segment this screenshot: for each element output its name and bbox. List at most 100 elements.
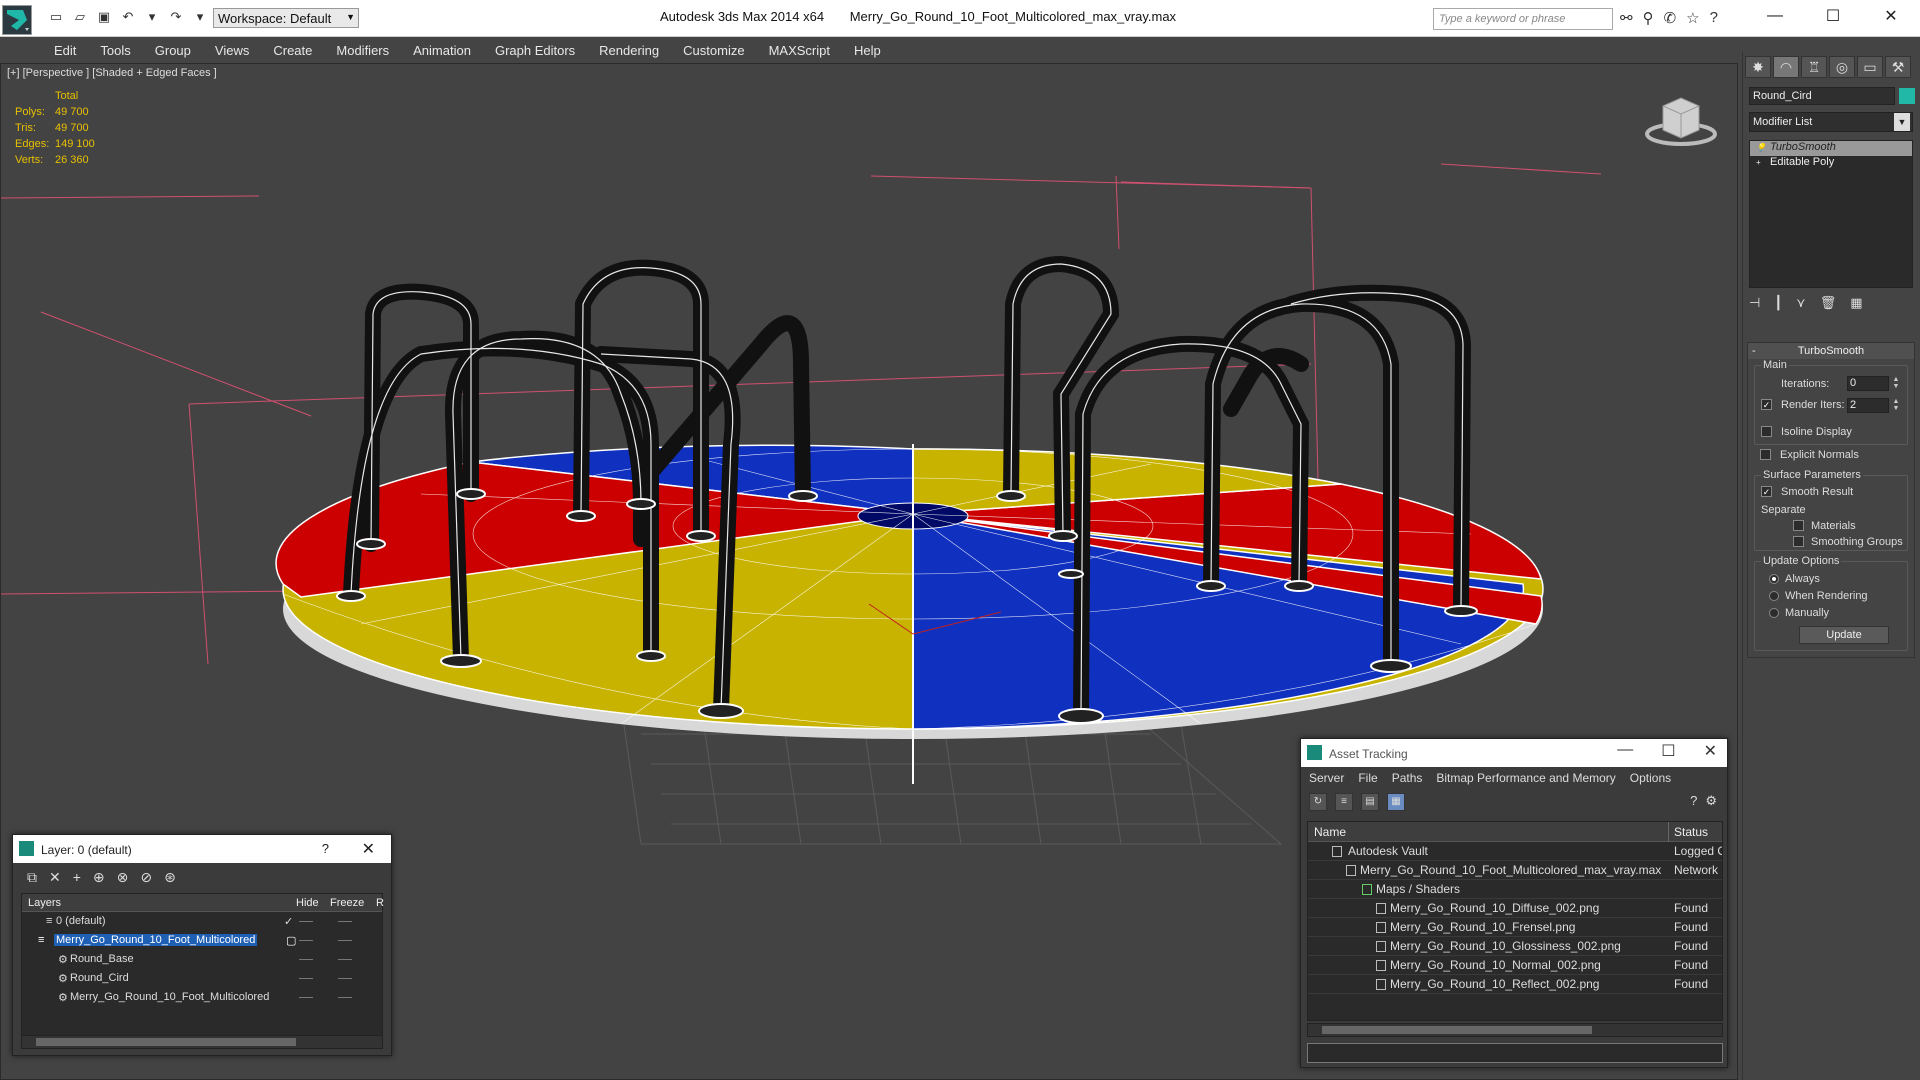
table-row[interactable]: Merry_Go_Round_10_Foot_Multicolored_max_… bbox=[1308, 861, 1722, 880]
column-header-status[interactable]: Status bbox=[1674, 825, 1708, 839]
display-tab-icon[interactable]: ▭ bbox=[1857, 56, 1883, 78]
add-layer-icon[interactable]: + bbox=[73, 869, 81, 886]
list-view-icon[interactable]: ≡ bbox=[1335, 793, 1353, 811]
menu-file[interactable]: File bbox=[1358, 771, 1377, 785]
menu-edit[interactable]: Edit bbox=[54, 43, 76, 58]
redo-icon[interactable]: ↷ bbox=[168, 9, 184, 25]
pin-stack-icon[interactable]: ⊣ bbox=[1749, 295, 1760, 311]
materials-checkbox[interactable] bbox=[1793, 520, 1804, 531]
freeze-toggle[interactable] bbox=[338, 959, 352, 960]
remove-modifier-icon[interactable]: 🗑 bbox=[1820, 295, 1837, 311]
stack-item-turbosmooth[interactable]: 💡 TurboSmooth bbox=[1750, 141, 1912, 156]
communication-icon[interactable]: ✆ bbox=[1664, 9, 1677, 27]
render-iters-checkbox[interactable]: ✓ bbox=[1761, 399, 1772, 410]
close-button[interactable]: ✕ bbox=[362, 839, 375, 859]
table-row[interactable]: Merry_Go_Round_10_Normal_002.png Found bbox=[1308, 956, 1722, 975]
minimize-button[interactable]: — bbox=[1746, 0, 1804, 32]
scrollbar-thumb[interactable] bbox=[36, 1038, 296, 1046]
hide-all-icon[interactable]: ⊘ bbox=[140, 869, 152, 886]
viewport-label[interactable]: [+] [Perspective ] [Shaded + Edged Faces… bbox=[7, 67, 217, 79]
menu-graph-editors[interactable]: Graph Editors bbox=[495, 43, 575, 58]
stack-item-editable-poly[interactable]: + Editable Poly bbox=[1750, 156, 1912, 171]
rollout-header[interactable]: - TurboSmooth bbox=[1748, 343, 1914, 359]
workspace-dropdown[interactable]: Workspace: Default ▼ bbox=[213, 8, 359, 28]
save-icon[interactable]: ▣ bbox=[96, 9, 112, 25]
undo-dropdown-icon[interactable]: ▾ bbox=[144, 9, 160, 25]
render-iters-spinner[interactable]: 2 bbox=[1847, 398, 1889, 413]
spinner-arrows-icon[interactable]: ▲ ▼ bbox=[1891, 376, 1901, 391]
create-tab-icon[interactable]: ✸ bbox=[1745, 56, 1771, 78]
always-radio[interactable] bbox=[1769, 574, 1779, 584]
table-row[interactable]: Merry_Go_Round_10_Diffuse_002.png Found bbox=[1308, 899, 1722, 918]
set-active-box-icon[interactable]: ▢ bbox=[284, 934, 298, 947]
hide-toggle[interactable] bbox=[299, 959, 313, 960]
object-color-swatch[interactable] bbox=[1899, 88, 1915, 104]
new-file-icon[interactable]: ▭ bbox=[48, 9, 64, 25]
hide-toggle[interactable] bbox=[299, 921, 313, 922]
viewcube-icon[interactable] bbox=[1641, 92, 1721, 152]
utilities-tab-icon[interactable]: ⚒ bbox=[1885, 56, 1911, 78]
menu-create[interactable]: Create bbox=[273, 43, 312, 58]
horizontal-scrollbar[interactable] bbox=[1307, 1023, 1723, 1037]
maximize-button[interactable]: ☐ bbox=[1661, 741, 1675, 761]
column-header-layers[interactable]: Layers bbox=[28, 897, 61, 909]
minimize-button[interactable]: — bbox=[1617, 741, 1633, 761]
freeze-toggle[interactable] bbox=[338, 921, 352, 922]
column-header-render[interactable]: R bbox=[376, 897, 384, 909]
menu-modifiers[interactable]: Modifiers bbox=[336, 43, 389, 58]
motion-tab-icon[interactable]: ◎ bbox=[1829, 56, 1855, 78]
subscription-icon[interactable]: ⚲ bbox=[1643, 9, 1654, 27]
column-header-name[interactable]: Name bbox=[1314, 825, 1346, 839]
menu-rendering[interactable]: Rendering bbox=[599, 43, 659, 58]
refresh-icon[interactable]: ↻ bbox=[1309, 793, 1327, 811]
redo-dropdown-icon[interactable]: ▾ bbox=[192, 9, 208, 25]
delete-layer-icon[interactable]: ✕ bbox=[49, 869, 61, 886]
search-input[interactable]: Type a keyword or phrase bbox=[1433, 8, 1613, 30]
table-row[interactable]: Merry_Go_Round_10_Glossiness_002.png Fou… bbox=[1308, 937, 1722, 956]
column-header-freeze[interactable]: Freeze bbox=[330, 897, 364, 909]
layer-row[interactable]: ⚙ Round_Cird bbox=[22, 969, 382, 988]
smoothing-groups-checkbox[interactable] bbox=[1793, 536, 1804, 547]
freeze-toggle[interactable] bbox=[338, 997, 352, 998]
column-header-hide[interactable]: Hide bbox=[296, 897, 319, 909]
expand-plus-icon[interactable]: + bbox=[1756, 158, 1764, 168]
binoculars-icon[interactable]: ⚯ bbox=[1620, 9, 1633, 27]
help-icon[interactable]: ? bbox=[1710, 9, 1718, 27]
layer-dialog-titlebar[interactable]: Layer: 0 (default) ? ✕ bbox=[13, 835, 391, 863]
freeze-all-icon[interactable]: ⊛ bbox=[164, 869, 176, 886]
table-row[interactable]: Merry_Go_Round_10_Frensel.png Found bbox=[1308, 918, 1722, 937]
help-icon[interactable]: ? bbox=[1690, 793, 1697, 809]
manually-radio[interactable] bbox=[1769, 608, 1779, 618]
menu-maxscript[interactable]: MAXScript bbox=[769, 43, 830, 58]
close-button[interactable]: ✕ bbox=[1862, 0, 1920, 32]
open-folder-icon[interactable]: ▱ bbox=[72, 9, 88, 25]
freeze-toggle[interactable] bbox=[338, 940, 352, 941]
menu-animation[interactable]: Animation bbox=[413, 43, 471, 58]
asset-path-status-field[interactable] bbox=[1307, 1043, 1723, 1063]
highlight-layer-icon[interactable]: ⊗ bbox=[117, 869, 129, 886]
smooth-result-checkbox[interactable]: ✓ bbox=[1761, 486, 1772, 497]
menu-paths[interactable]: Paths bbox=[1392, 771, 1423, 785]
settings-icon[interactable]: ⚙ bbox=[1705, 793, 1717, 809]
isoline-checkbox[interactable] bbox=[1761, 426, 1772, 437]
layer-row[interactable]: ⚙ Round_Base bbox=[22, 950, 382, 969]
table-row[interactable]: Maps / Shaders bbox=[1308, 880, 1722, 899]
when-rendering-radio[interactable] bbox=[1769, 591, 1779, 601]
lightbulb-icon[interactable]: 💡 bbox=[1756, 143, 1766, 153]
hierarchy-tab-icon[interactable]: ♖ bbox=[1801, 56, 1827, 78]
menu-server[interactable]: Server bbox=[1309, 771, 1344, 785]
layers-icon[interactable]: ⧉ bbox=[27, 869, 37, 886]
freeze-toggle[interactable] bbox=[338, 978, 352, 979]
menu-tools[interactable]: Tools bbox=[100, 43, 130, 58]
scrollbar-thumb[interactable] bbox=[1322, 1026, 1592, 1034]
explicit-normals-checkbox[interactable] bbox=[1760, 449, 1771, 460]
modifier-list-dropdown[interactable]: Modifier List ▼ bbox=[1749, 112, 1913, 132]
active-layer-check-icon[interactable]: ✓ bbox=[284, 915, 293, 928]
layer-row[interactable]: ⚙ Merry_Go_Round_10_Foot_Multicolored bbox=[22, 988, 382, 1007]
asset-dialog-titlebar[interactable]: Asset Tracking — ☐ ✕ bbox=[1301, 739, 1727, 767]
close-button[interactable]: ✕ bbox=[1704, 741, 1717, 761]
menu-views[interactable]: Views bbox=[215, 43, 249, 58]
menu-bitmap-performance[interactable]: Bitmap Performance and Memory bbox=[1436, 771, 1615, 785]
menu-group[interactable]: Group bbox=[155, 43, 191, 58]
layer-row[interactable]: ≡ 0 (default) ✓ bbox=[22, 912, 382, 931]
